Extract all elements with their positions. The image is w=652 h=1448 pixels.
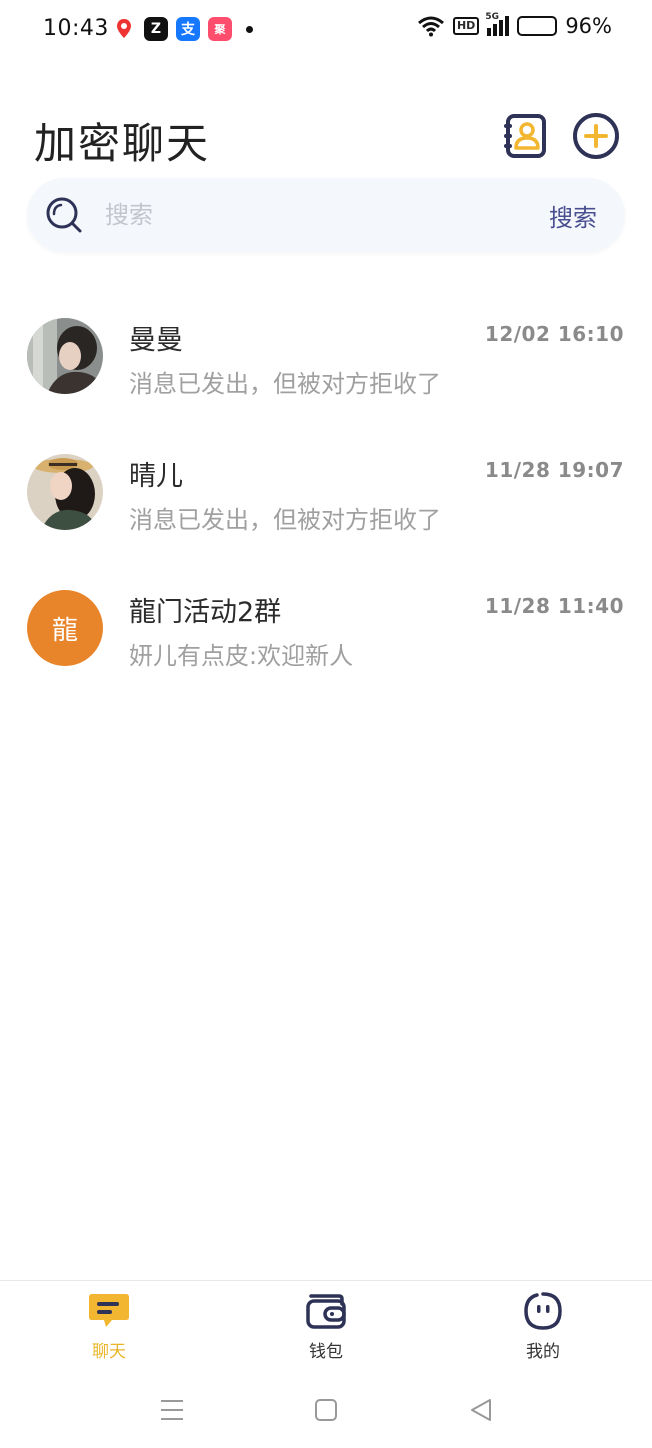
smiley-face-icon xyxy=(521,1291,565,1331)
battery-percent: 96% xyxy=(565,14,612,38)
alipay-app-icon: 支 xyxy=(176,17,200,41)
home-button[interactable] xyxy=(311,1396,341,1424)
system-nav-bar xyxy=(0,1370,652,1448)
status-indicators: HD 5G 96% xyxy=(417,12,612,38)
chat-last-message: 妍儿有点皮:欢迎新人 xyxy=(129,642,354,670)
chat-item-qinger[interactable]: 晴儿 11/28 19:07 消息已发出，但被对方拒收了 xyxy=(0,454,652,574)
orange-app-icon: 聚 xyxy=(208,17,232,41)
search-button[interactable]: 搜索 xyxy=(549,198,597,233)
add-button[interactable] xyxy=(572,112,620,160)
status-bar: 10:43 Z 支 聚 HD 5G 96% xyxy=(0,0,652,58)
chat-last-message: 消息已发出，但被对方拒收了 xyxy=(129,506,441,534)
back-button[interactable] xyxy=(466,1396,496,1424)
home-square-icon xyxy=(315,1399,337,1421)
tab-wallet-label: 钱包 xyxy=(309,1342,343,1362)
chat-name: 龍门活动2群 xyxy=(129,597,282,628)
search-bar: 搜索 xyxy=(27,178,625,252)
map-pin-app-icon xyxy=(112,17,136,41)
notification-icons: Z 支 聚 xyxy=(112,17,253,41)
plus-circle-icon xyxy=(573,113,619,159)
wallet-icon xyxy=(304,1291,348,1331)
contacts-button[interactable] xyxy=(501,112,549,160)
wifi-icon xyxy=(418,16,444,37)
tab-me-label: 我的 xyxy=(526,1342,560,1362)
chat-time: 11/28 11:40 xyxy=(484,594,624,618)
avatar xyxy=(27,454,103,530)
chat-time: 11/28 19:07 xyxy=(484,458,624,482)
search-icon xyxy=(46,197,82,233)
status-time: 10:43 xyxy=(43,16,109,41)
network-label: 5G xyxy=(485,12,499,22)
back-triangle-icon xyxy=(471,1399,491,1421)
avatar-text: 龍 xyxy=(51,615,78,646)
z-app-icon: Z xyxy=(144,17,168,41)
search-input[interactable] xyxy=(105,196,505,234)
chat-name: 晴儿 xyxy=(129,461,183,492)
chat-name: 曼曼 xyxy=(129,325,183,356)
chat-last-message: 消息已发出，但被对方拒收了 xyxy=(129,370,441,398)
menu-button[interactable] xyxy=(157,1396,187,1424)
avatar: 龍 xyxy=(27,590,103,666)
chat-bubble-icon xyxy=(87,1291,131,1331)
signal-icon: 5G xyxy=(485,12,510,36)
page-title: 加密聊天 xyxy=(34,119,211,168)
tab-wallet[interactable]: 钱包 xyxy=(286,1291,366,1362)
tab-me[interactable]: 我的 xyxy=(503,1291,583,1362)
contacts-book-icon xyxy=(504,114,546,158)
chat-item-manman[interactable]: 曼曼 12/02 16:10 消息已发出，但被对方拒收了 xyxy=(0,318,652,438)
battery-icon xyxy=(517,16,558,36)
bottom-nav: 聊天 钱包 我的 xyxy=(0,1280,652,1368)
menu-icon xyxy=(161,1400,183,1420)
avatar xyxy=(27,318,103,394)
chat-time: 12/02 16:10 xyxy=(484,322,624,346)
tab-chat-label: 聊天 xyxy=(92,1342,126,1362)
tab-chat[interactable]: 聊天 xyxy=(69,1291,149,1362)
more-notifications-dot xyxy=(246,25,253,33)
chat-item-longmen-group[interactable]: 龍 龍门活动2群 11/28 11:40 妍儿有点皮:欢迎新人 xyxy=(0,590,652,710)
hd-badge: HD xyxy=(452,17,480,35)
